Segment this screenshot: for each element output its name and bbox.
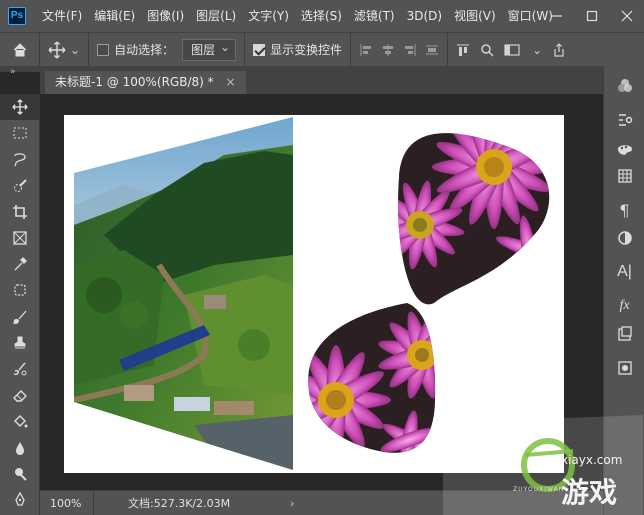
menu-type[interactable]: 文字(Y) [242,0,295,32]
watermark-text: 游戏 [561,476,618,509]
show-transform-label: 显示变换控件 [270,43,343,57]
chevron-down-icon: ⌄ [70,42,81,57]
search-icon[interactable] [480,43,494,57]
menu-image[interactable]: 图像(I) [141,0,190,32]
maximize-icon[interactable] [574,0,609,32]
layers-panel-icon[interactable] [604,320,644,348]
photoshop-logo: Ps [8,7,26,25]
paint-bucket-tool-icon[interactable] [0,408,40,434]
move-tool-preset[interactable]: ⌄ [40,32,90,67]
fx-panel-icon[interactable]: fx [604,292,644,320]
chevron-down-icon[interactable]: ⌄ [532,43,542,57]
align-right-icon[interactable] [403,43,417,57]
grid-panel-icon[interactable] [604,162,644,190]
lasso-tool-icon[interactable] [0,146,40,172]
document-tab-bar: 未标题-1 @ 100%(RGB/8) * × [40,66,603,94]
status-menu-arrow-icon[interactable]: › [290,497,294,510]
frame-tool-icon[interactable] [0,225,40,251]
menu-3d[interactable]: 3D(D) [401,0,448,32]
crop-tool-icon[interactable] [0,199,40,225]
toolbar-collapse-icon[interactable]: » [0,66,40,80]
watermark-logo: xiayx.com ZIIYOUXIWANG 游戏 [443,415,643,515]
document-tab[interactable]: 未标题-1 @ 100%(RGB/8) * × [45,71,246,94]
tab-close-icon[interactable]: × [225,75,235,89]
eyedropper-tool-icon[interactable] [0,251,40,277]
align-top-icon[interactable] [456,43,470,57]
eraser-tool-icon[interactable] [0,382,40,408]
move-icon [48,41,66,58]
character-panel-icon[interactable]: A| [604,258,644,286]
dodge-tool-icon[interactable] [0,461,40,487]
clone-stamp-tool-icon[interactable] [0,330,40,356]
marquee-tool-icon[interactable] [0,120,40,146]
distribute-icon[interactable] [425,43,439,57]
menu-select[interactable]: 选择(S) [295,0,348,32]
channels-panel-icon[interactable] [604,354,644,382]
history-brush-tool-icon[interactable] [0,356,40,382]
flower-shape-bottom [308,303,436,453]
document-size: 文档:527.3K/2.03M [128,497,231,510]
auto-select-label: 自动选择： [114,43,175,57]
zoom-level[interactable]: 100% [40,490,94,515]
menu-view[interactable]: 视图(V) [448,0,502,32]
auto-select-checkbox[interactable] [97,43,110,56]
toolbox [0,94,40,515]
blur-tool-icon[interactable] [0,434,40,460]
watermark-url: xiayx.com [561,453,623,467]
auto-select-target-dropdown[interactable]: 图层 [182,37,237,61]
align-left-icon[interactable] [359,43,373,57]
options-bar: ⌄ 自动选择： 图层 显示变换控件 ⌄ [0,32,644,67]
menu-bar: Ps 文件(F) 编辑(E) 图像(I) 图层(L) 文字(Y) 选择(S) 滤… [0,0,644,32]
color-panel-icon[interactable] [604,72,644,100]
workspace-icon[interactable] [504,43,522,57]
align-center-icon[interactable] [381,43,395,57]
menu-layer[interactable]: 图层(L) [190,0,242,32]
move-tool-icon[interactable] [0,94,40,121]
pen-tool-icon[interactable] [0,487,40,513]
document-tab-title: 未标题-1 @ 100%(RGB/8) * [55,75,214,89]
brush-tool-icon[interactable] [0,304,40,330]
share-icon[interactable] [552,42,566,57]
menu-file[interactable]: 文件(F) [36,0,88,32]
menu-edit[interactable]: 编辑(E) [88,0,141,32]
flower-shape-top [398,133,550,305]
home-icon[interactable] [0,32,40,67]
show-transform-checkbox[interactable] [253,43,266,56]
healing-brush-tool-icon[interactable] [0,277,40,303]
close-icon[interactable] [609,0,644,32]
adjustment-layer-icon[interactable] [604,224,644,252]
minimize-icon[interactable] [539,0,574,32]
adjustments-panel-icon[interactable] [604,106,644,134]
menu-filter[interactable]: 滤镜(T) [348,0,401,32]
paragraph-panel-icon[interactable]: ¶ [604,196,644,224]
swatches-panel-icon[interactable] [604,134,644,162]
landscape-photo [74,117,293,470]
quick-select-tool-icon[interactable] [0,173,40,199]
